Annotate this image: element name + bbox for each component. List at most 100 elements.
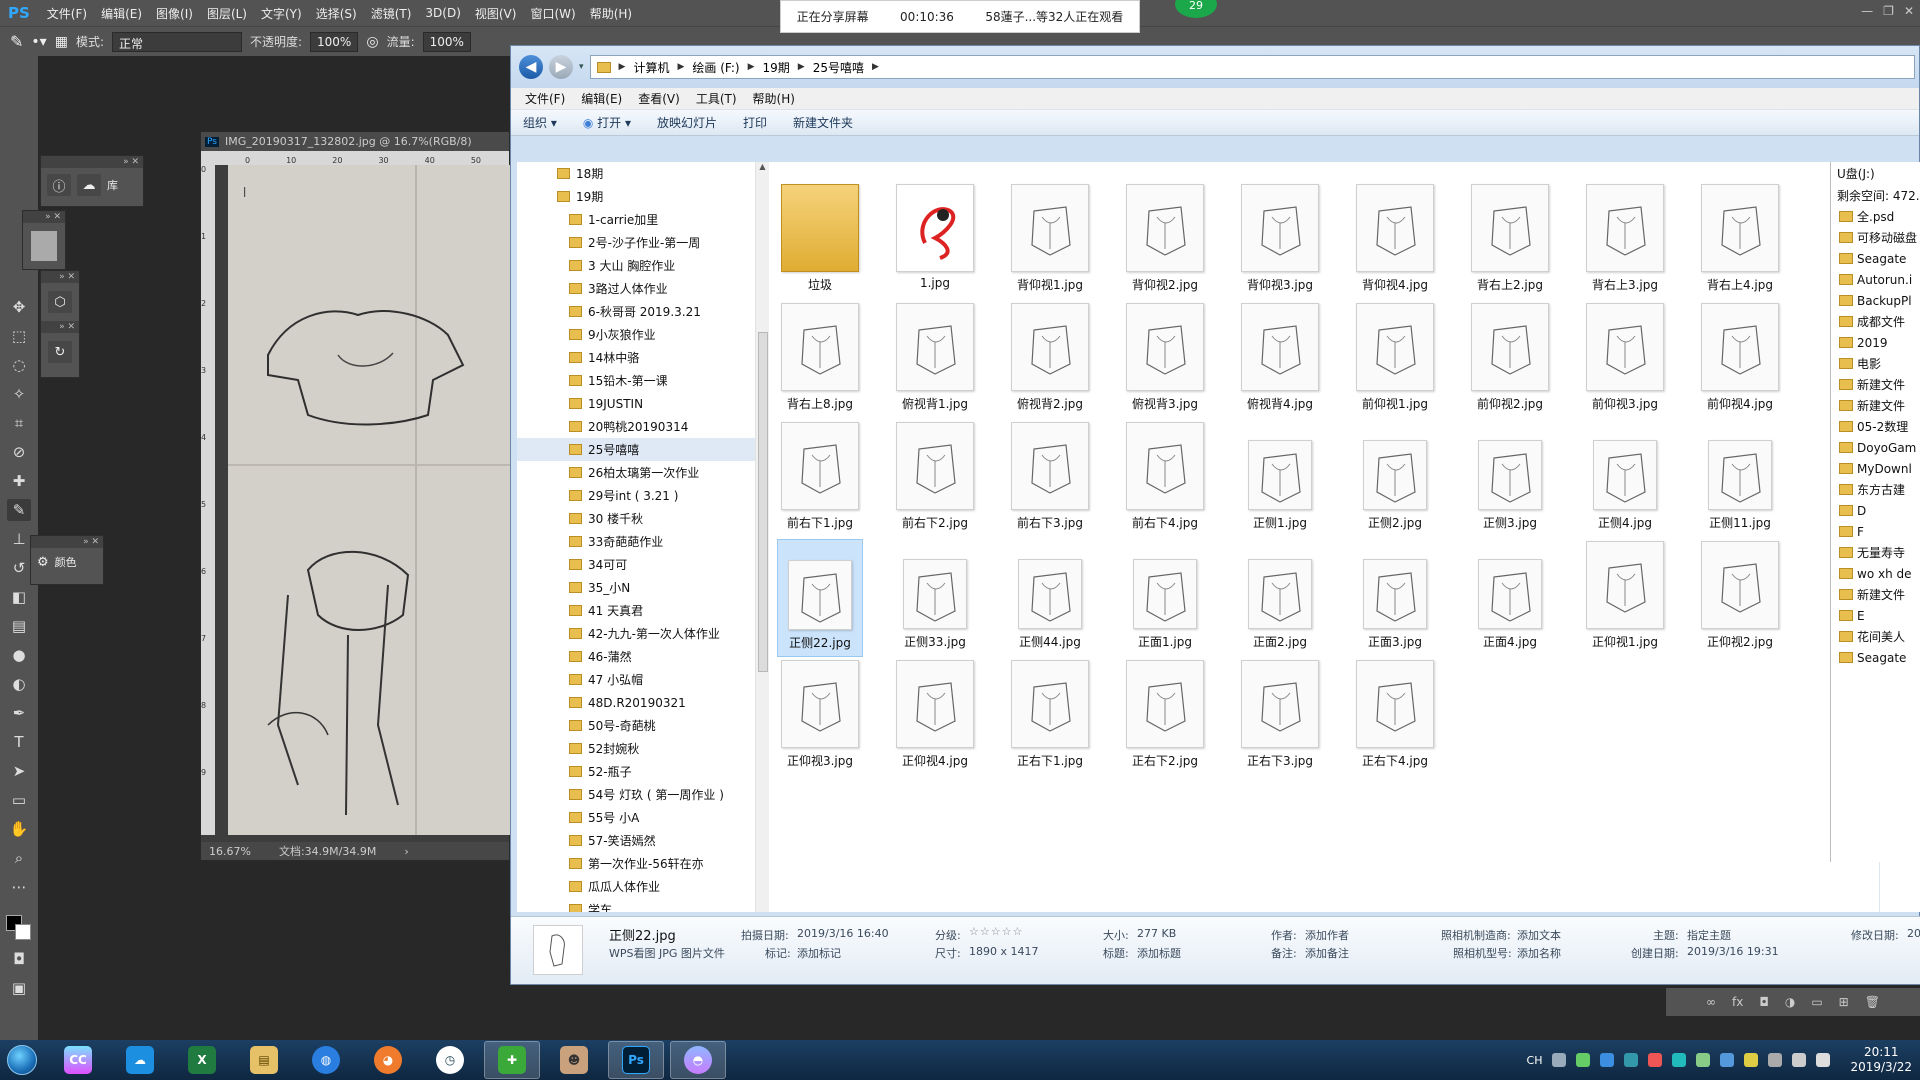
brush-panel-icon[interactable]: ▦ [55, 34, 68, 50]
dodge-icon[interactable]: ◐ [7, 673, 31, 695]
brush-tool-icon[interactable]: ✎ [7, 499, 31, 521]
detail-subject-value[interactable]: 指定主题 [1687, 927, 1731, 943]
image-file-item[interactable]: 正仰视4.jpg [892, 658, 978, 776]
image-file-item[interactable]: 正仰视3.jpg [777, 658, 863, 776]
udisk-item[interactable]: Seagate [1831, 248, 1920, 269]
type-tool-icon[interactable]: T [7, 731, 31, 753]
battery-icon[interactable] [1576, 1053, 1591, 1067]
udisk-item[interactable]: MyDownl [1831, 458, 1920, 479]
lasso-tool-icon[interactable]: ◌ [7, 354, 31, 376]
shield-icon[interactable] [1624, 1053, 1639, 1067]
panel-collapse-icon[interactable]: » ✕ [31, 536, 103, 548]
brush-tool-icon[interactable]: ✎ [10, 32, 23, 51]
volume-icon[interactable] [1816, 1053, 1831, 1067]
image-file-item[interactable]: 正侧1.jpg [1237, 420, 1323, 538]
update-icon[interactable] [1696, 1053, 1711, 1067]
3d-icon[interactable]: ⬡ [48, 291, 72, 313]
image-file-item[interactable]: 正面2.jpg [1237, 539, 1323, 657]
pen-tool-icon[interactable]: ✒ [7, 702, 31, 724]
image-file-item[interactable]: 俯视背4.jpg [1237, 301, 1323, 419]
detail-tags-value[interactable]: 添加标记 [797, 945, 841, 961]
recent-pages-icon[interactable]: ▾ [579, 62, 584, 72]
palette-icon[interactable]: ⚙ [37, 555, 49, 570]
udisk-item[interactable]: D [1831, 500, 1920, 521]
detail-author-value[interactable]: 添加作者 [1305, 927, 1349, 943]
taskbar-app-avatar[interactable]: ☻ [546, 1041, 602, 1079]
udisk-item[interactable]: 电影 [1831, 353, 1920, 374]
stamp-tool-icon[interactable]: ⊥ [7, 528, 31, 550]
image-file-item[interactable]: 正侧3.jpg [1467, 420, 1553, 538]
gradient-icon[interactable]: ▤ [7, 615, 31, 637]
minimize-icon[interactable]: — [1861, 4, 1873, 18]
image-file-item[interactable]: 背仰视4.jpg [1352, 182, 1438, 300]
flow-input[interactable]: 100% [422, 31, 471, 52]
image-file-item[interactable]: 俯视背2.jpg [1007, 301, 1093, 419]
close-icon[interactable]: ✕ [1904, 4, 1914, 18]
udisk-item[interactable]: 2019 [1831, 332, 1920, 353]
image-file-item[interactable]: 正右下4.jpg [1352, 658, 1438, 776]
image-file-item[interactable]: 前右下4.jpg [1122, 420, 1208, 538]
image-file-item[interactable]: 前仰视3.jpg [1582, 301, 1668, 419]
crop-tool-icon[interactable]: ⌗ [7, 412, 31, 434]
image-file-item[interactable]: 正面4.jpg [1467, 539, 1553, 657]
udisk-item[interactable]: 新建文件 [1831, 584, 1920, 605]
new-folder-button[interactable]: 新建文件夹 [793, 114, 853, 131]
udisk-item[interactable]: 花间美人 [1831, 626, 1920, 647]
magic-wand-icon[interactable]: ✧ [7, 383, 31, 405]
back-button[interactable]: ◀ [519, 55, 543, 79]
nav-folder-item[interactable]: 2号-沙子作业-第一周 [517, 231, 763, 254]
detail-title-value[interactable]: 添加标题 [1137, 945, 1181, 961]
navigator-thumbnail[interactable] [31, 231, 57, 261]
nav-folder-item[interactable]: 9小灰狼作业 [517, 323, 763, 346]
pressure-opacity-icon[interactable]: ◎ [366, 34, 378, 50]
image-file-item[interactable]: 正仰视1.jpg [1582, 539, 1668, 657]
new-layer-icon[interactable]: ⊞ [1839, 995, 1849, 1009]
udisk-item[interactable]: Autorun.i [1831, 269, 1920, 290]
ps-menu-3d[interactable]: 3D(D) [418, 6, 467, 20]
nav-folder-top[interactable]: 19期 [517, 185, 763, 208]
start-button[interactable] [0, 1041, 44, 1079]
breadcrumb-computer[interactable]: 计算机 [633, 59, 669, 76]
adjustment-layer-icon[interactable]: ◑ [1785, 995, 1795, 1009]
flag-icon[interactable] [1768, 1053, 1783, 1067]
ps-menu-file[interactable]: 文件(F) [40, 5, 94, 22]
nav-folder-item[interactable]: 48D.R20190321 [517, 691, 763, 714]
image-file-item[interactable]: 正侧33.jpg [892, 539, 978, 657]
nav-folder-item[interactable]: 19JUSTIN [517, 392, 763, 415]
image-file-item[interactable]: 背右上4.jpg [1697, 182, 1783, 300]
image-file-item[interactable]: 背仰视1.jpg [1007, 182, 1093, 300]
panel-collapse-icon[interactable]: » ✕ [41, 321, 79, 333]
ps-menu-filter[interactable]: 滤镜(T) [364, 5, 419, 22]
image-file-item[interactable]: 前右下2.jpg [892, 420, 978, 538]
group-icon[interactable]: ▭ [1811, 995, 1822, 1009]
layer-style-icon[interactable]: fx [1732, 995, 1743, 1009]
menu-edit[interactable]: 编辑(E) [581, 90, 622, 107]
image-file-item[interactable]: 前右下3.jpg [1007, 420, 1093, 538]
image-file-item[interactable]: 1.jpg [892, 182, 978, 300]
nav-folder-item[interactable]: 3路过人体作业 [517, 277, 763, 300]
brush-preset-icon[interactable]: •▾ [31, 34, 46, 50]
image-file-item[interactable]: 正右下2.jpg [1122, 658, 1208, 776]
taskbar-app-browser[interactable]: ◕ [360, 1041, 416, 1079]
display-icon[interactable] [1720, 1053, 1735, 1067]
nav-folder-top[interactable]: 18期 [517, 162, 763, 185]
wifi-icon[interactable] [1792, 1053, 1807, 1067]
ps-menu-image[interactable]: 图像(I) [149, 5, 200, 22]
nav-folder-item[interactable]: 瓜瓜人体作业 [517, 875, 763, 898]
panel-collapse-icon[interactable]: » ✕ [41, 156, 143, 168]
nav-folder-item[interactable]: 15铅木-第一课 [517, 369, 763, 392]
image-file-item[interactable]: 前仰视2.jpg [1467, 301, 1553, 419]
nav-folder-item[interactable]: 26柏太璃第一次作业 [517, 461, 763, 484]
nav-folder-item[interactable]: 41 天真君 [517, 599, 763, 622]
info-icon[interactable]: ⓘ [47, 174, 71, 196]
screen-mode-icon[interactable]: ▣ [7, 977, 31, 999]
hand-tool-icon[interactable]: ✋ [7, 818, 31, 840]
slideshow-button[interactable]: 放映幻灯片 [657, 114, 717, 131]
document-tab[interactable]: Ps IMG_20190317_132802.jpg @ 16.7%(RGB/8… [201, 132, 509, 151]
menu-view[interactable]: 查看(V) [638, 90, 680, 107]
image-file-item[interactable]: 俯视背1.jpg [892, 301, 978, 419]
panel-collapse-icon[interactable]: » ✕ [41, 271, 79, 283]
image-file-item[interactable]: 正侧4.jpg [1582, 420, 1668, 538]
rectangle-tool-icon[interactable]: ▭ [7, 789, 31, 811]
nav-folder-item[interactable]: 42-九九-第一次人体作业 [517, 622, 763, 645]
